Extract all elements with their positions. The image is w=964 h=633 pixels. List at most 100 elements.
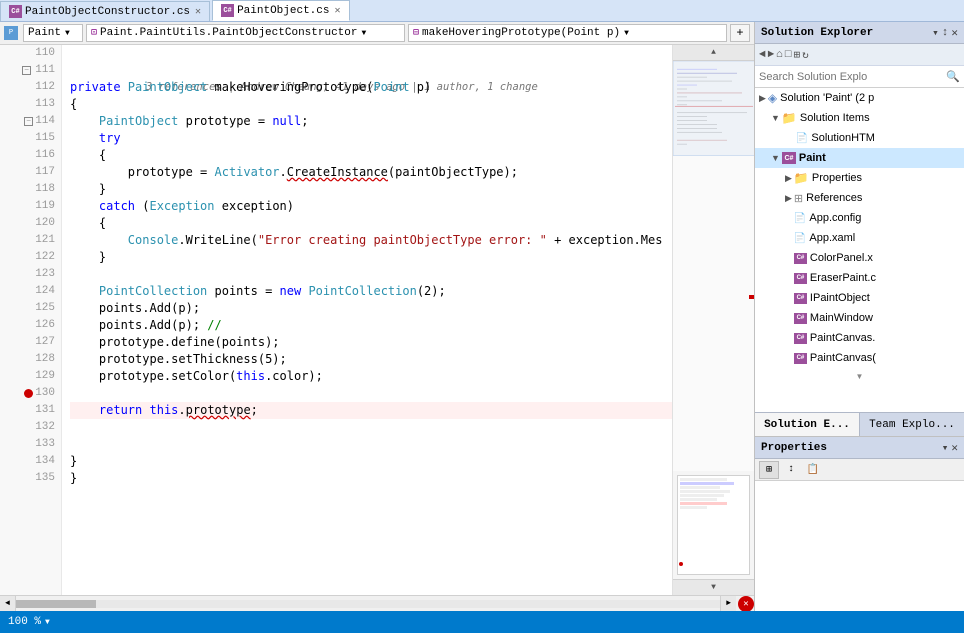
tab-solution-explorer[interactable]: Solution E... (755, 413, 860, 436)
tab-bar: C# PaintObjectConstructor.cs ✕ C# PaintO… (0, 0, 964, 22)
properties-title: Properties (761, 442, 827, 454)
tab2-close[interactable]: ✕ (334, 5, 340, 17)
tree-item-properties[interactable]: ▶ 📁 Properties (755, 168, 964, 188)
tree-label-app-config: App.config (809, 212, 861, 224)
forward-icon[interactable]: ► (768, 49, 775, 61)
line-num-120: 120 (0, 215, 61, 232)
cs-file-icon-paintcanvas2: C# (794, 353, 807, 364)
close-prop-icon[interactable]: ✕ (951, 441, 958, 455)
minimap: ▲ (672, 45, 754, 595)
paint-icon: P (4, 26, 18, 40)
property-pages-btn[interactable]: 📋 (803, 461, 823, 479)
line-num-132: 132 (0, 419, 61, 436)
tree-item-paintcanvas1[interactable]: ▶ C# PaintCanvas. (755, 328, 964, 348)
cs-file-icon-colorpanel: C# (794, 253, 807, 264)
hscroll-left-btn[interactable]: ◄ (0, 596, 16, 612)
tree-item-eraserpaint[interactable]: ▶ C# EraserPaint.c (755, 268, 964, 288)
tree-item-label: Solution 'Paint' (2 p (780, 92, 874, 104)
scroll-up-button[interactable]: ▲ (673, 45, 754, 61)
tab2-label: PaintObject.cs (237, 5, 329, 17)
code-content[interactable]: 3 references | Andrew Cheung, 41 days ag… (62, 45, 672, 595)
hscroll-right-btn[interactable]: ► (720, 596, 736, 612)
tab-paint-constructor[interactable]: C# PaintObjectConstructor.cs ✕ (0, 1, 210, 21)
code-line-117: } (70, 181, 672, 198)
code-line-113: PaintObject prototype = null; (70, 113, 672, 130)
line-gutter: 110 −111 112 113 −114 115 116 117 1 (0, 45, 62, 595)
hscroll-track[interactable] (16, 600, 720, 608)
unpin-icon[interactable]: ↕ (942, 27, 949, 39)
cs-file-icon-paintcanvas1: C# (794, 333, 807, 344)
back-icon[interactable]: ◄ (759, 49, 766, 61)
tree-item-app-config[interactable]: ▶ 📄 App.config (755, 208, 964, 228)
editor-section: P Paint ▼ ⊡ Paint.PaintUtils.PaintObject… (0, 22, 754, 611)
cs-project-icon: C# (782, 152, 796, 164)
pin-prop-icon[interactable]: ▾ (942, 441, 949, 455)
tree-item-ipaintobject[interactable]: ▶ C# IPaintObject (755, 288, 964, 308)
namespace-dropdown[interactable]: ⊡ Paint.PaintUtils.PaintObjectConstructo… (86, 24, 405, 42)
code-line-135 (70, 487, 672, 504)
sort-btn[interactable]: ↕ (781, 461, 801, 479)
app-container: C# PaintObjectConstructor.cs ✕ C# PaintO… (0, 0, 964, 633)
method-dropdown[interactable]: ⊟ makeHoveringPrototype(Point p) ▼ (408, 24, 727, 42)
status-bar: 100 % ▼ (0, 611, 964, 633)
code-line-128: prototype.setColor(this.color); (70, 368, 672, 385)
code-line-115: { (70, 147, 672, 164)
tree-scroll-indicator: ▼ (755, 368, 964, 384)
refresh-icon[interactable]: ↻ (802, 48, 809, 62)
tab-paint-object[interactable]: C# PaintObject.cs ✕ (212, 0, 349, 21)
code-line-130: return this.prototype; (70, 402, 672, 419)
paint-expand-icon: ▼ (771, 153, 780, 163)
code-line-125: points.Add(p); // (70, 317, 672, 334)
collapse-icon-111[interactable]: − (22, 66, 31, 75)
cs-file-icon-mainwindow: C# (794, 313, 807, 324)
tree-label-paintcanvas2: PaintCanvas( (810, 352, 876, 364)
add-button[interactable]: + (730, 24, 750, 42)
home-icon[interactable]: ⌂ (776, 49, 783, 61)
solution-file-icon: ◈ (768, 91, 777, 105)
horizontal-scrollbar[interactable]: ◄ ► ✕ (0, 595, 754, 611)
tree-item-solution[interactable]: ▶ ◈ Solution 'Paint' (2 p (755, 88, 964, 108)
close-panel-icon[interactable]: ✕ (951, 26, 958, 40)
code-line-126: prototype.define(points); (70, 334, 672, 351)
zoom-control[interactable]: 100 % ▼ (8, 616, 50, 628)
prop-folder-icon: 📁 (794, 171, 809, 185)
solution-tree: ▶ ◈ Solution 'Paint' (2 p ▼ 📁 Solution I… (755, 88, 964, 412)
tree-item-colorpanel[interactable]: ▶ C# ColorPanel.x (755, 248, 964, 268)
line-num-122: 122 (0, 249, 61, 266)
tree-item-references[interactable]: ▶ ⊞ References (755, 188, 964, 208)
code-line-111: private PaintObject makeHoveringPrototyp… (70, 79, 672, 96)
right-panel: Solution Explorer ▾ ↕ ✕ ◄ ► ⌂ □ ⊞ ↻ 🔍 (754, 22, 964, 611)
code-line-110 (70, 45, 672, 62)
tab-team-explorer[interactable]: Team Explo... (860, 413, 964, 436)
grid-view-btn[interactable]: ⊞ (759, 461, 779, 479)
pin-icon[interactable]: ▾ (932, 26, 939, 40)
editor-toolbar-row: P Paint ▼ ⊡ Paint.PaintUtils.PaintObject… (0, 22, 754, 45)
method-chevron-icon: ▼ (624, 29, 629, 38)
tree-label-paintcanvas1: PaintCanvas. (810, 332, 875, 344)
solution-search-input[interactable] (759, 71, 946, 83)
tree-item-mainwindow[interactable]: ▶ C# MainWindow (755, 308, 964, 328)
line-num-125: 125 (0, 300, 61, 317)
scroll-down-button[interactable]: ▼ (673, 579, 754, 595)
code-line-133: } (70, 453, 672, 470)
tree-item-app-xaml[interactable]: ▶ 📄 App.xaml (755, 228, 964, 248)
line-num-133: 133 (0, 436, 61, 453)
zoom-dropdown-icon: ▼ (45, 618, 50, 627)
minimap-error-marker (749, 295, 754, 299)
file-dropdown[interactable]: Paint ▼ (23, 24, 83, 42)
line-num-128: 128 (0, 351, 61, 368)
cs-file-icon-eraserpaint: C# (794, 273, 807, 284)
line-num-121: 121 (0, 232, 61, 249)
line-num-123: 123 (0, 266, 61, 283)
tab1-close[interactable]: ✕ (195, 6, 201, 18)
tree-item-solutionhtm[interactable]: ▶ 📄 SolutionHTM (755, 128, 964, 148)
tree-item-solution-items[interactable]: ▼ 📁 Solution Items (755, 108, 964, 128)
properties-icon-btn[interactable]: □ (785, 49, 792, 61)
show-all-files-icon[interactable]: ⊞ (793, 48, 800, 62)
search-icon: 🔍 (946, 70, 960, 84)
collapse-icon-114[interactable]: − (24, 117, 33, 126)
tree-item-paint-project[interactable]: ▼ C# Paint (755, 148, 964, 168)
line-num-118: 118 (0, 181, 61, 198)
tree-item-paintcanvas2[interactable]: ▶ C# PaintCanvas( (755, 348, 964, 368)
hscroll-thumb[interactable] (16, 600, 96, 608)
